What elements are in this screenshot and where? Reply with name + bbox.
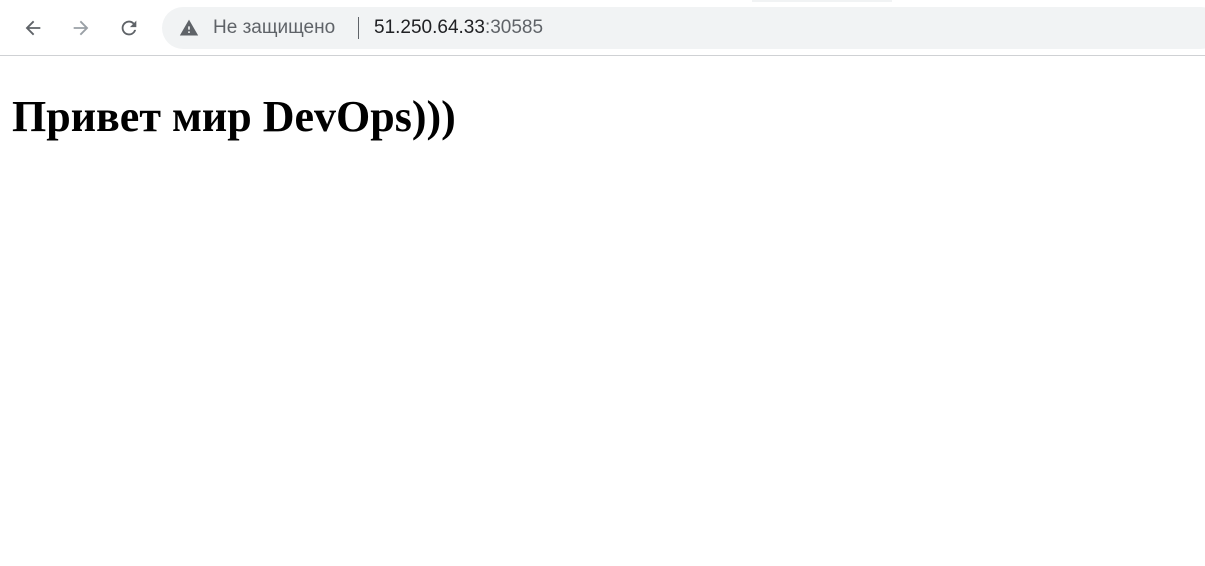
reload-icon (121, 20, 137, 36)
page-content: Привет мир DevOps))) (0, 57, 1205, 566)
browser-toolbar: Не защищено 51.250.64.33:30585 (0, 0, 1205, 56)
security-status-label[interactable]: Не защищено (213, 7, 335, 49)
reload-button[interactable] (111, 10, 147, 46)
url-port: :30585 (484, 17, 544, 38)
omnibox-divider (358, 17, 359, 39)
warning-triangle-icon[interactable] (179, 18, 199, 38)
back-button[interactable] (15, 10, 51, 46)
arrow-left-icon (25, 20, 41, 36)
forward-button[interactable] (63, 10, 99, 46)
url-text[interactable]: 51.250.64.33:30585 (374, 7, 543, 49)
address-bar[interactable]: Не защищено 51.250.64.33:30585 (162, 7, 1205, 49)
arrow-right-icon (73, 20, 89, 36)
active-tab-edge (752, 0, 892, 2)
page-heading: Привет мир DevOps))) (12, 92, 456, 141)
url-host: 51.250.64.33 (374, 17, 485, 38)
